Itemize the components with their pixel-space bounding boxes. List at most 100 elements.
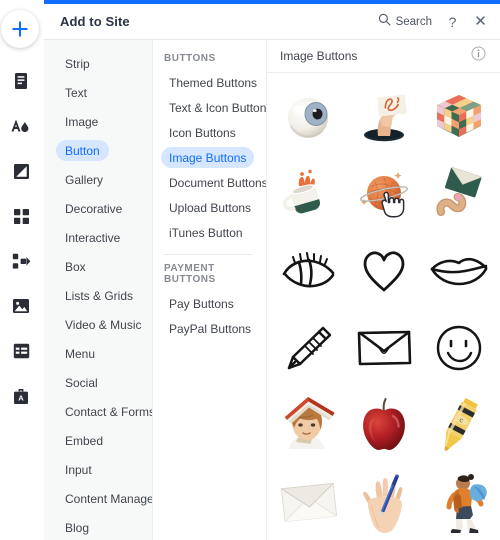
plus-icon — [11, 20, 29, 38]
category-label: Box — [65, 259, 86, 274]
sidebar-item-site-design[interactable] — [2, 107, 40, 145]
subcategory-item-themed-buttons[interactable]: Themed Buttons — [153, 70, 266, 95]
category-label: Contact & Forms — [65, 404, 153, 419]
subcategory-item-pay-buttons[interactable]: Pay Buttons — [153, 291, 266, 316]
grid-item-boy-book[interactable] — [271, 386, 346, 463]
search-button[interactable]: Search — [378, 13, 432, 31]
category-label: Content Manager — [65, 491, 153, 506]
category-item-social[interactable]: Social — [44, 368, 152, 397]
grid-item-apple[interactable] — [346, 386, 421, 463]
interactions-icon — [12, 253, 31, 270]
sidebar-item-apps[interactable] — [2, 197, 40, 235]
grid-item-hand-sign[interactable] — [346, 78, 421, 155]
category-label: Video & Music — [65, 317, 142, 332]
hand-with-pen-icon — [355, 471, 413, 533]
help-button[interactable]: ? — [445, 15, 460, 29]
sidebar-item-content-manager[interactable] — [2, 332, 40, 370]
mug-icon — [279, 164, 339, 224]
white-envelope-icon — [278, 478, 340, 526]
category-item-menu[interactable]: Menu — [44, 339, 152, 368]
background-icon — [13, 163, 30, 180]
category-item-decorative[interactable]: Decorative — [44, 194, 152, 223]
grid-item-white-envelope[interactable] — [271, 463, 346, 540]
panel-title: Add to Site — [60, 14, 130, 29]
subcategory-label: Themed Buttons — [169, 75, 258, 90]
category-label: Menu — [65, 346, 96, 361]
subcategory-item-paypal-buttons[interactable]: PayPal Buttons — [153, 316, 266, 341]
subcategory-item-document-buttons[interactable]: Document Buttons — [153, 170, 266, 195]
subcategory-label: Upload Buttons — [169, 200, 252, 215]
sidebar-item-background[interactable] — [2, 152, 40, 190]
subcategory-group-title-buttons: BUTTONS — [164, 53, 216, 64]
category-item-image[interactable]: Image — [44, 107, 152, 136]
svg-text:A: A — [18, 393, 24, 402]
info-icon[interactable] — [471, 46, 486, 66]
grid-item-sketch-eye[interactable] — [271, 232, 346, 309]
panel-header: Add to Site Search ? ✕ — [44, 4, 500, 40]
cube-icon — [431, 89, 487, 145]
category-item-video-music[interactable]: Video & Music — [44, 310, 152, 339]
search-label: Search — [395, 15, 432, 28]
category-item-embed[interactable]: Embed — [44, 426, 152, 455]
category-label: Strip — [65, 56, 90, 71]
category-item-box[interactable]: Box — [44, 252, 152, 281]
grid-item-envelope-worm[interactable] — [421, 155, 496, 232]
grid-item-sketch-pencil[interactable] — [271, 309, 346, 386]
category-item-content-manager[interactable]: Content Manager — [44, 484, 152, 513]
category-item-gallery[interactable]: Gallery — [44, 165, 152, 194]
grid-item-sketch-heart[interactable] — [346, 232, 421, 309]
category-item-text[interactable]: Text — [44, 78, 152, 107]
sidebar-item-business[interactable]: A — [2, 377, 40, 415]
category-item-blog[interactable]: Blog — [44, 513, 152, 540]
content-title: Image Buttons — [280, 49, 358, 63]
category-item-input[interactable]: Input — [44, 455, 152, 484]
content-manager-icon — [13, 343, 30, 359]
grid-item-sketch-lips[interactable] — [421, 232, 496, 309]
editor-left-rail: A — [0, 0, 44, 540]
category-label: Text — [65, 85, 88, 100]
category-label: Lists & Grids — [65, 288, 134, 303]
category-item-lists-grids[interactable]: Lists & Grids — [44, 281, 152, 310]
sketch-heart-icon — [360, 247, 408, 295]
subcategory-label: PayPal Buttons — [169, 321, 252, 336]
category-item-interactive[interactable]: Interactive — [44, 223, 152, 252]
search-icon — [378, 13, 391, 31]
panel-body: Strip Text Image Button Gallery Decorati… — [44, 40, 500, 540]
apps-icon — [13, 208, 30, 225]
category-item-button[interactable]: Button — [44, 136, 152, 165]
subcategory-label: Pay Buttons — [169, 296, 234, 311]
subcategory-item-itunes-button[interactable]: iTunes Button — [153, 220, 266, 245]
close-button[interactable]: ✕ — [473, 14, 488, 29]
sketch-pencil-icon — [283, 322, 335, 374]
grid-item-planet[interactable] — [346, 155, 421, 232]
grid-item-sketch-smiley[interactable] — [421, 309, 496, 386]
content-panel: Image Buttons C — [267, 40, 500, 540]
grid-item-cube[interactable] — [421, 78, 496, 155]
subcategory-item-upload-buttons[interactable]: Upload Buttons — [153, 195, 266, 220]
subcategory-item-text-icon-buttons[interactable]: Text & Icon Buttons — [153, 95, 266, 120]
subcategory-item-image-buttons[interactable]: Image Buttons — [153, 145, 266, 170]
sidebar-item-media[interactable] — [2, 287, 40, 325]
crayon-icon: C — [431, 394, 487, 456]
grid-item-mug[interactable] — [271, 155, 346, 232]
category-item-contact-forms[interactable]: Contact & Forms — [44, 397, 152, 426]
apple-icon — [359, 396, 409, 454]
sidebar-item-pages[interactable] — [2, 62, 40, 100]
category-label: Interactive — [65, 230, 121, 245]
grid-item-student[interactable] — [421, 463, 496, 540]
add-elements-button[interactable] — [1, 10, 39, 48]
grid-item-sketch-envelope[interactable] — [346, 309, 421, 386]
category-label: Decorative — [65, 201, 123, 216]
media-icon — [12, 298, 30, 314]
grid-item-crayon[interactable]: C — [421, 386, 496, 463]
theme-design-icon — [10, 117, 32, 135]
category-list: Strip Text Image Button Gallery Decorati… — [44, 40, 153, 540]
eyeball-icon — [281, 89, 337, 145]
header-actions: Search ? ✕ — [378, 13, 488, 31]
subcategory-item-icon-buttons[interactable]: Icon Buttons — [153, 120, 266, 145]
grid-item-eyeball[interactable] — [271, 78, 346, 155]
walking-student-icon — [431, 471, 487, 533]
grid-item-hand-pen[interactable] — [346, 463, 421, 540]
category-item-strip[interactable]: Strip — [44, 49, 152, 78]
sidebar-item-interactions[interactable] — [2, 242, 40, 280]
